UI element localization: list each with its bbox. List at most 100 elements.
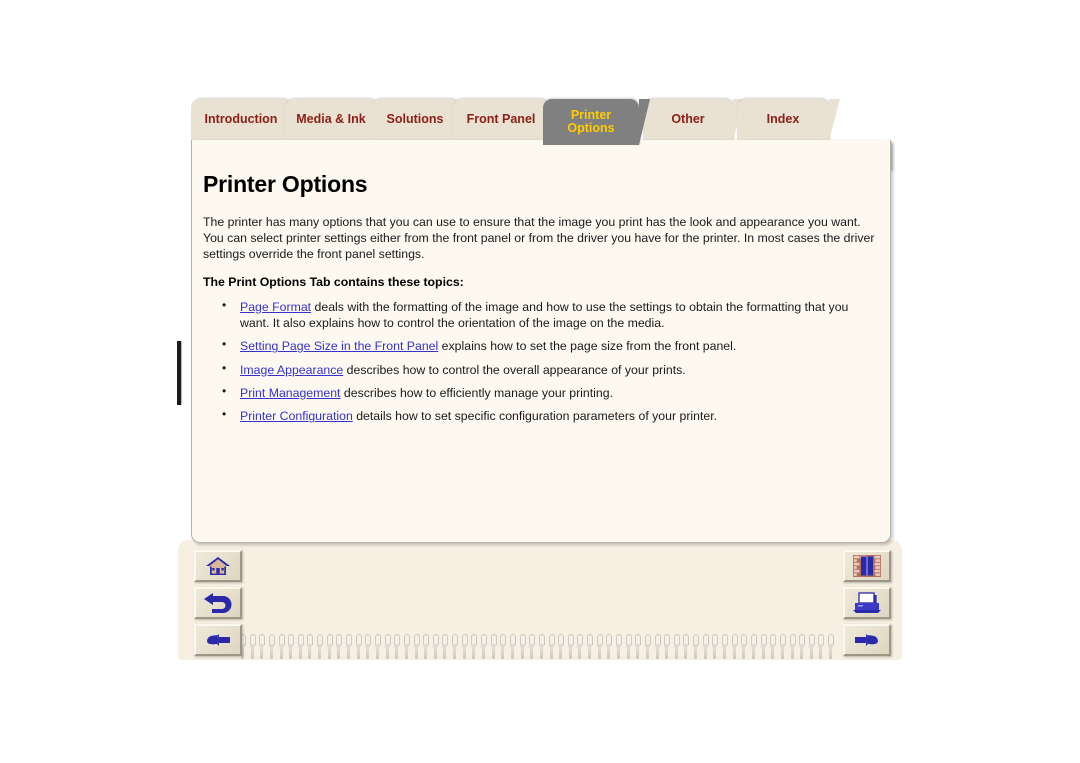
spiral-coil bbox=[481, 634, 488, 660]
spiral-coil bbox=[452, 634, 459, 660]
tab-label: Printer Options bbox=[567, 107, 615, 135]
spiral-coil bbox=[297, 634, 304, 660]
spiral-binding bbox=[240, 634, 835, 660]
spiral-coil bbox=[577, 634, 584, 660]
spiral-coil bbox=[403, 634, 410, 660]
topics-list: Page Format deals with the formatting of… bbox=[203, 298, 879, 425]
topic-link[interactable]: Page Format bbox=[240, 300, 311, 314]
spiral-coil bbox=[664, 634, 671, 660]
spiral-coil bbox=[625, 634, 632, 660]
tab-printer-options[interactable]: Printer Options bbox=[543, 99, 650, 145]
spiral-coil bbox=[741, 634, 748, 660]
spiral-coil bbox=[654, 634, 661, 660]
spiral-coil bbox=[683, 634, 690, 660]
spiral-coil bbox=[259, 634, 266, 660]
spiral-coil bbox=[423, 634, 430, 660]
spiral-coil bbox=[606, 634, 613, 660]
intro-paragraph: The printer has many options that you ca… bbox=[203, 215, 875, 262]
spiral-coil bbox=[828, 634, 835, 660]
print-button[interactable] bbox=[843, 587, 891, 619]
spiral-coil bbox=[587, 634, 594, 660]
tab-solutions[interactable]: Solutions bbox=[371, 99, 470, 141]
spiral-coil bbox=[413, 634, 420, 660]
spiral-coil bbox=[288, 634, 295, 660]
home-button[interactable] bbox=[194, 550, 242, 582]
spiral-coil bbox=[596, 634, 603, 660]
spiral-coil bbox=[779, 634, 786, 660]
topic-item: Page Format deals with the formatting of… bbox=[203, 298, 879, 332]
tab-label: Media & Ink bbox=[296, 112, 366, 127]
spiral-coil bbox=[442, 634, 449, 660]
tab-introduction[interactable]: Introduction bbox=[191, 99, 302, 141]
index-book-icon bbox=[853, 555, 881, 577]
spiral-coil bbox=[635, 634, 642, 660]
page-content: Printer Options The printer has many opt… bbox=[203, 171, 879, 432]
spiral-coil bbox=[471, 634, 478, 660]
topic-description: deals with the formatting of the image a… bbox=[240, 299, 849, 330]
spiral-coil bbox=[384, 634, 391, 660]
topic-description: details how to set specific configuratio… bbox=[352, 409, 718, 424]
spiral-coil bbox=[750, 634, 757, 660]
topic-item: Printer Configuration details how to set… bbox=[203, 407, 879, 424]
spiral-coil bbox=[538, 634, 545, 660]
spiral-coil bbox=[374, 634, 381, 660]
home-icon bbox=[206, 557, 230, 575]
topic-item: Print Management describes how to effici… bbox=[203, 384, 879, 401]
spiral-coil bbox=[731, 634, 738, 660]
spiral-coil bbox=[548, 634, 555, 660]
spiral-coil bbox=[346, 634, 353, 660]
spiral-coil bbox=[770, 634, 777, 660]
spiral-coil bbox=[644, 634, 651, 660]
topic-description: describes how to control the overall app… bbox=[343, 362, 686, 377]
spiral-coil bbox=[249, 634, 256, 660]
spiral-coil bbox=[818, 634, 825, 660]
tab-label: Index bbox=[766, 112, 800, 127]
topic-link[interactable]: Setting Page Size in the Front Panel bbox=[240, 339, 438, 353]
next-page-button[interactable] bbox=[843, 624, 891, 656]
spiral-coil bbox=[673, 634, 680, 660]
tab-front-panel[interactable]: Front Panel bbox=[453, 99, 560, 141]
topic-link[interactable]: Printer Configuration bbox=[240, 409, 353, 423]
tab-index[interactable]: Index bbox=[737, 99, 840, 141]
page-title: Printer Options bbox=[203, 171, 368, 197]
spiral-coil bbox=[394, 634, 401, 660]
spiral-coil bbox=[336, 634, 343, 660]
tab-label: Other bbox=[671, 112, 705, 127]
back-arrow-icon bbox=[204, 593, 232, 613]
spiral-coil bbox=[760, 634, 767, 660]
spiral-coil bbox=[365, 634, 372, 660]
back-button[interactable] bbox=[194, 587, 242, 619]
spiral-coil bbox=[278, 634, 285, 660]
topic-description: explains how to set the page size from t… bbox=[438, 339, 737, 354]
spiral-coil bbox=[615, 634, 622, 660]
spiral-coil bbox=[519, 634, 526, 660]
index-button[interactable] bbox=[843, 550, 891, 582]
spiral-coil bbox=[268, 634, 275, 660]
topics-subheading: The Print Options Tab contains these top… bbox=[203, 274, 464, 289]
spiral-coil bbox=[500, 634, 507, 660]
spiral-coil bbox=[461, 634, 468, 660]
tab-other[interactable]: Other bbox=[643, 99, 744, 141]
spiral-coil bbox=[326, 634, 333, 660]
tab-media-ink[interactable]: Media & Ink bbox=[285, 99, 388, 141]
document-viewer: Introduction Media & Ink Solutions Front Pa… bbox=[0, 0, 1080, 763]
hand-left-icon bbox=[206, 634, 230, 646]
spiral-coil bbox=[432, 634, 439, 660]
topic-item: Image Appearance describes how to contro… bbox=[203, 361, 879, 378]
spiral-coil bbox=[558, 634, 565, 660]
previous-page-button[interactable] bbox=[194, 624, 242, 656]
spiral-coil bbox=[722, 634, 729, 660]
spiral-coil bbox=[529, 634, 536, 660]
primary-tab-bar: Introduction Media & Ink Solutions Front Pa… bbox=[191, 99, 901, 145]
spiral-coil bbox=[355, 634, 362, 660]
margin-change-bar bbox=[177, 341, 181, 405]
spiral-coil bbox=[490, 634, 497, 660]
spiral-coil bbox=[712, 634, 719, 660]
spiral-coil bbox=[693, 634, 700, 660]
topic-link[interactable]: Image Appearance bbox=[240, 363, 343, 377]
spiral-coil bbox=[702, 634, 709, 660]
topic-link[interactable]: Print Management bbox=[240, 386, 340, 400]
topic-description: describes how to efficiently manage your… bbox=[340, 386, 613, 401]
spiral-coil bbox=[567, 634, 574, 660]
spiral-coil bbox=[789, 634, 796, 660]
